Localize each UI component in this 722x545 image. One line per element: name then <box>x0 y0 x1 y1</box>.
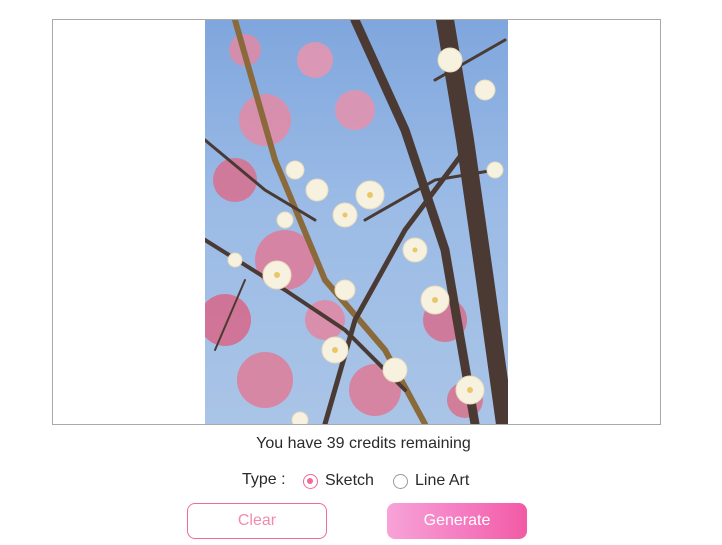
plum-blossom-photo-icon <box>205 20 508 424</box>
radio-checked-icon[interactable] <box>303 473 318 489</box>
radio-sketch[interactable]: Sketch <box>303 469 374 493</box>
radio-line-art[interactable]: Line Art <box>393 469 469 493</box>
uploaded-photo <box>205 20 508 424</box>
type-label: Type : <box>242 471 286 488</box>
radio-line-art-label: Line Art <box>415 472 470 489</box>
radio-unchecked-icon[interactable] <box>393 473 408 489</box>
sketch-generator-app: You have 39 credits remaining Type : Ske… <box>0 0 722 545</box>
credits-remaining-text: You have 39 credits remaining <box>256 435 471 452</box>
image-preview-frame <box>52 19 661 425</box>
generate-button[interactable]: Generate <box>387 503 527 539</box>
radio-sketch-label: Sketch <box>325 472 374 489</box>
clear-button[interactable]: Clear <box>187 503 327 539</box>
type-selector: Type : Sketch Line Art <box>0 469 722 493</box>
